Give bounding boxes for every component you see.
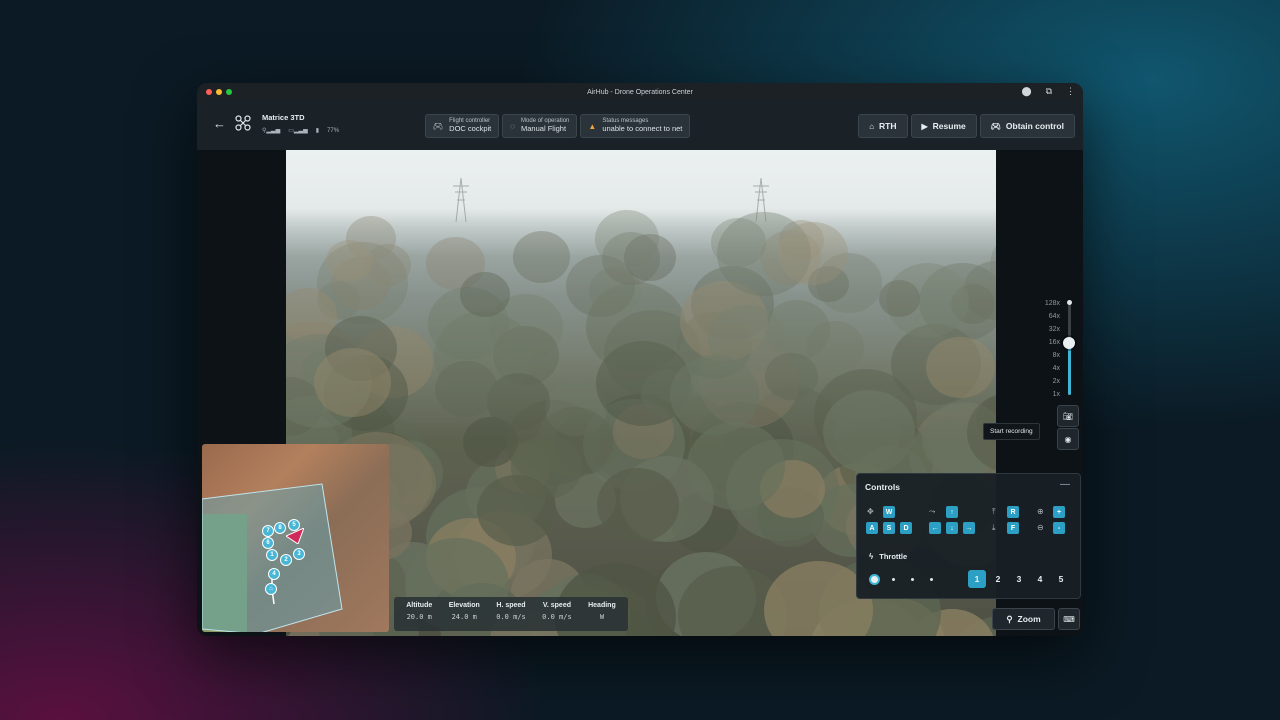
maximize-window-button[interactable] [226, 89, 232, 95]
satellite-signal-icon: ⚲▂▃▅ [262, 128, 281, 134]
heading-value: W [599, 613, 605, 621]
zoom-button[interactable]: ⚲ Zoom [992, 608, 1055, 630]
v-speed-label: V. speed [542, 602, 571, 609]
waypoint-marker[interactable]: 6 [262, 537, 274, 549]
gamepad-icon: 🎮︎ [433, 121, 444, 131]
telemetry-panel: Altitude 20.0 m Elevation 24.0 m H. spee… [394, 597, 628, 631]
zoom-slider-thumb[interactable] [1063, 337, 1075, 349]
home-point-marker[interactable]: ⌂ [265, 583, 277, 595]
rotate-drone-icon: ⤳ [929, 507, 936, 516]
gear-4-button[interactable]: 4 [1031, 570, 1049, 588]
ascend-icon: ⤒ [992, 507, 996, 516]
waypoint-marker[interactable]: 7 [262, 525, 274, 537]
gamepad-icon: 🎮︎ [990, 121, 1001, 131]
window-title: AirHub - Drone Operations Center [587, 88, 693, 96]
key-plus[interactable]: + [1053, 506, 1065, 518]
keyboard-icon: ⌨ [1063, 614, 1075, 624]
capture-photo-button[interactable]: 📷︎ [1057, 405, 1079, 427]
drone-position-icon [286, 528, 304, 544]
gear-5-button[interactable]: 5 [1052, 570, 1070, 588]
play-icon: ▶ [921, 121, 928, 131]
zoom-out-icon: ⊖ [1037, 523, 1044, 532]
minimize-window-button[interactable] [216, 89, 222, 95]
home-drone-icon: ⌂ [869, 121, 875, 131]
waypoint-marker[interactable]: 8 [274, 522, 286, 534]
key-w[interactable]: W [883, 506, 895, 518]
throttle-step-dot[interactable] [930, 578, 933, 581]
minimize-controls-button[interactable]: — [1060, 479, 1070, 490]
zoom-slider-track[interactable] [1068, 303, 1071, 395]
mode-of-operation-chip[interactable]: ◌ Mode of operation Manual Flight [502, 114, 578, 138]
gear-1-button[interactable]: 1 [968, 570, 986, 588]
start-recording-button[interactable]: ◉ [1057, 428, 1079, 450]
drone-name: Matrice 3TD [262, 113, 305, 122]
location-pin-icon[interactable]: ⬤ [1021, 86, 1031, 97]
key-arrow-down[interactable]: ↓ [946, 522, 958, 534]
throttle-step-dot[interactable] [911, 578, 914, 581]
rc-signal-icon: ▭▂▃▅ [288, 128, 308, 134]
elevation-value: 24.0 m [451, 613, 477, 621]
h-speed-value: 0.0 m/s [496, 613, 526, 621]
more-menu-icon[interactable]: ⋮ [1066, 86, 1075, 97]
drone-icon [235, 115, 251, 131]
magnifier-icon: ⚲ [1006, 613, 1013, 624]
waypoint-marker[interactable]: 2 [280, 554, 292, 566]
key-arrow-up[interactable]: ↑ [946, 506, 958, 518]
key-arrow-right[interactable]: → [963, 522, 975, 534]
gear-3-button[interactable]: 3 [1010, 570, 1028, 588]
battery-icon: ▮ [315, 128, 320, 134]
back-button[interactable]: ← [213, 116, 226, 131]
battery-level: 77% [327, 127, 340, 134]
resume-button[interactable]: ▶ Resume [910, 114, 977, 138]
top-bar: ← Matrice 3TD ⚲▂▃▅ ▭▂▃▅ ▮ 77% 🎮︎ Flight … [197, 101, 1083, 150]
h-speed-label: H. speed [496, 602, 526, 609]
keyboard-button[interactable]: ⌨ [1058, 608, 1080, 630]
app-window: AirHub - Drone Operations Center ⬤ ⧉ ⋮ ←… [197, 83, 1083, 636]
window-controls [206, 89, 232, 95]
controls-title: Controls [865, 482, 900, 492]
minimap[interactable]: 7 8 5 6 2 3 1 4 ⌂ [202, 444, 389, 632]
key-arrow-left[interactable]: ← [929, 522, 941, 534]
elevation-label: Elevation [448, 602, 480, 609]
key-r[interactable]: R [1007, 506, 1019, 518]
waypoint-marker[interactable]: 1 [266, 549, 278, 561]
altitude-label: Altitude [406, 602, 433, 609]
warning-icon: ▲ [588, 121, 597, 131]
waypoint-marker[interactable]: 4 [268, 568, 280, 580]
controls-panel: Controls — ✥ W A S D ⤳ ↑ ← ↓ → ⤒ R ⤓ F ⊕… [856, 473, 1081, 599]
key-d[interactable]: D [900, 522, 912, 534]
zoom-in-icon: ⊕ [1037, 507, 1044, 516]
heading-label: Heading [588, 602, 616, 609]
status-messages-chip[interactable]: ▲ Status messages unable to connect to n… [580, 114, 691, 138]
gear-2-button[interactable]: 2 [989, 570, 1007, 588]
flight-controller-chip[interactable]: 🎮︎ Flight controller DOC cockpit [425, 114, 500, 138]
move-icon: ✥ [867, 507, 874, 516]
altitude-value: 20.0 m [406, 613, 432, 621]
loading-spinner-icon: ◌ [510, 121, 516, 131]
zoom-max-dot [1067, 300, 1072, 305]
rth-button[interactable]: ⌂ RTH [858, 114, 908, 138]
throttle-step-dot[interactable] [892, 578, 895, 581]
camera-icon: 📷︎ [1062, 411, 1074, 421]
waypoint-marker[interactable]: 3 [293, 548, 305, 560]
recording-tooltip: Start recording [983, 423, 1040, 440]
key-s[interactable]: S [883, 522, 895, 534]
extension-icon[interactable]: ⧉ [1046, 86, 1052, 97]
key-minus[interactable]: - [1053, 522, 1065, 534]
title-bar: AirHub - Drone Operations Center ⬤ ⧉ ⋮ [197, 83, 1083, 101]
record-icon: ◉ [1064, 434, 1072, 444]
v-speed-value: 0.0 m/s [542, 613, 572, 621]
key-f[interactable]: F [1007, 522, 1019, 534]
descend-icon: ⤓ [992, 523, 996, 532]
obtain-control-button[interactable]: 🎮︎ Obtain control [979, 114, 1075, 138]
close-window-button[interactable] [206, 89, 212, 95]
drone-status: ⚲▂▃▅ ▭▂▃▅ ▮ 77% [262, 127, 340, 135]
throttle-label: ϟ Throttle [869, 552, 908, 561]
key-a[interactable]: A [866, 522, 878, 534]
throttle-slider-thumb[interactable] [869, 574, 880, 585]
lightning-icon: ϟ [869, 552, 874, 561]
